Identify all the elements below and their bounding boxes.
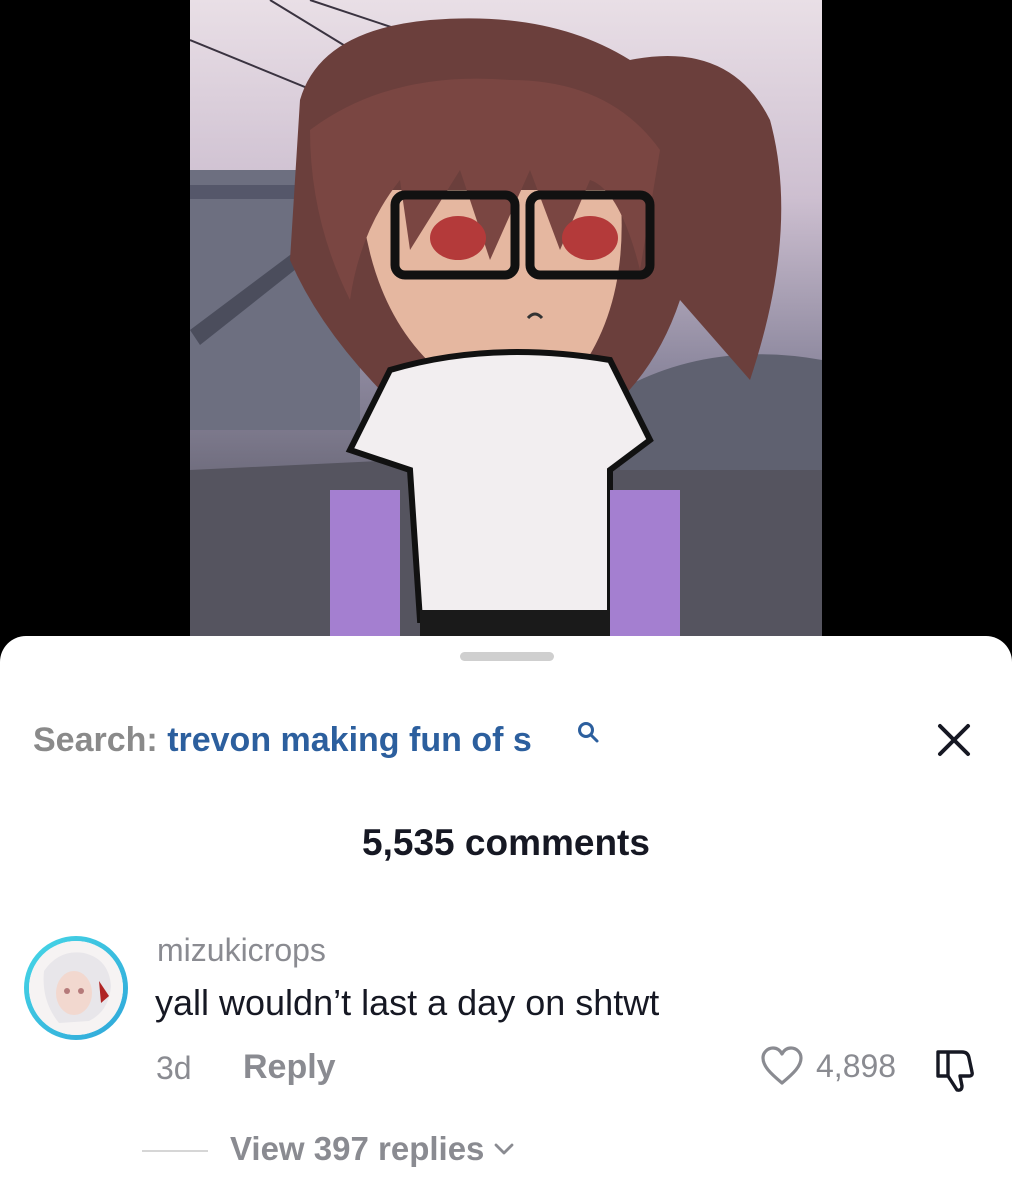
avatar[interactable] xyxy=(24,936,128,1040)
comment-text: yall wouldn’t last a day on shtwt xyxy=(155,982,660,1023)
search-bar[interactable]: Search: trevon making fun of s xyxy=(33,720,532,760)
comment-count: 5,535 comments xyxy=(362,822,650,863)
reply-button[interactable]: Reply xyxy=(243,1048,336,1087)
search-query[interactable]: trevon making fun of s xyxy=(167,721,532,759)
view-replies-button[interactable]: View 397 replies xyxy=(230,1130,514,1168)
view-replies-label: View 397 replies xyxy=(230,1130,485,1167)
heart-icon[interactable] xyxy=(760,1046,804,1086)
video-frame[interactable] xyxy=(190,0,822,660)
comment-username[interactable]: mizukicrops xyxy=(157,932,326,969)
search-icon[interactable] xyxy=(576,720,600,744)
drag-handle[interactable] xyxy=(460,652,554,661)
video-thumbnail xyxy=(190,0,822,660)
chevron-down-icon xyxy=(495,1143,514,1155)
comment-time: 3d xyxy=(156,1050,192,1086)
like-count: 4,898 xyxy=(816,1047,897,1084)
comments-sheet: Search: trevon making fun of s 5,535 com… xyxy=(0,636,1012,1200)
search-label: Search: xyxy=(33,721,158,759)
close-icon[interactable] xyxy=(936,722,972,758)
replies-divider xyxy=(142,1150,208,1152)
dislike-icon[interactable] xyxy=(932,1046,980,1094)
video-player[interactable] xyxy=(0,0,1012,660)
like-button[interactable]: 4,898 xyxy=(760,1046,896,1086)
